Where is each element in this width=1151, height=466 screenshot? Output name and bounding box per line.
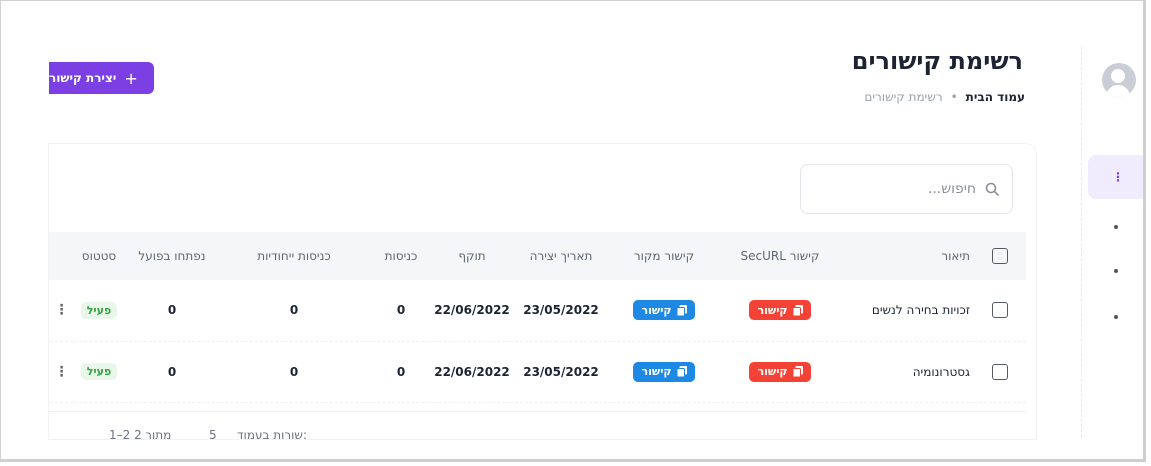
- row-status-cell: פעיל: [74, 280, 124, 342]
- plus-icon: +: [124, 68, 138, 88]
- row-created: 23/05/2022: [510, 341, 612, 403]
- column-header-securl[interactable]: קישור SecURL: [716, 232, 844, 280]
- row-securl-cell: קישור: [716, 341, 844, 403]
- rows-per-page-label: שורות בעמוד:: [237, 428, 307, 439]
- copy-icon: [792, 366, 803, 377]
- row-opened: 0: [124, 280, 220, 342]
- source-link-label: קישור: [641, 365, 672, 378]
- securl-link-button[interactable]: קישור: [749, 361, 811, 382]
- source-link-button[interactable]: קישור: [633, 361, 695, 382]
- source-link-label: קישור: [641, 303, 672, 317]
- pagination-bar: שורות בעמוד: 5 1–2 מתוך 2: [49, 411, 1026, 439]
- page-title: רשימת קישורים: [851, 47, 1023, 75]
- row-select-cell: [974, 341, 1026, 403]
- row-opened: 0: [124, 341, 220, 403]
- row-actions-cell: ⋮: [49, 341, 74, 403]
- row-unique-entries: 0: [220, 280, 368, 342]
- sidebar-item-links[interactable]: ⋮: [1088, 155, 1143, 199]
- breadcrumb: עמוד הבית • רשימת קישורים: [864, 90, 1025, 104]
- search-icon: [985, 182, 999, 196]
- sidebar-item-dot-icon[interactable]: [1114, 315, 1118, 319]
- more-options-icon[interactable]: ⋮: [55, 302, 69, 318]
- search-box[interactable]: [800, 164, 1013, 214]
- row-created: 23/05/2022: [510, 280, 612, 342]
- column-header-description[interactable]: תיאור: [844, 232, 974, 280]
- copy-icon: [676, 304, 687, 316]
- column-header-actions: [49, 232, 74, 280]
- links-table: תיאור קישור SecURL קישור מקור תאריך יציר…: [49, 232, 1026, 403]
- create-link-button[interactable]: + יצירת קישור: [49, 62, 154, 94]
- row-select-cell: [974, 280, 1026, 342]
- breadcrumb-home[interactable]: עמוד הבית: [966, 90, 1025, 104]
- column-header-entries[interactable]: כניסות: [368, 232, 434, 280]
- table-header-row: תיאור קישור SecURL קישור מקור תאריך יציר…: [49, 232, 1026, 280]
- search-input[interactable]: [816, 181, 976, 197]
- row-source-cell: קישור: [612, 341, 716, 403]
- copy-icon: [676, 366, 687, 377]
- app-window: ⋮ רשימת קישורים עמוד הבית•רשימת קישורים …: [0, 0, 1146, 462]
- links-card: תיאור קישור SecURL קישור מקור תאריך יציר…: [49, 144, 1036, 439]
- row-description: זכויות בחירה לנשים: [844, 280, 974, 342]
- more-options-icon[interactable]: ⋮: [55, 364, 69, 380]
- securl-link-label: קישור: [757, 303, 788, 317]
- status-badge: פעיל: [80, 363, 118, 380]
- column-header-unique-entries[interactable]: כניסות ייחודיות: [220, 232, 368, 280]
- breadcrumb-separator: •: [950, 90, 958, 104]
- row-source-cell: קישור: [612, 280, 716, 342]
- securl-link-button[interactable]: קישור: [749, 300, 811, 321]
- row-checkbox[interactable]: [992, 363, 1008, 380]
- table-row[interactable]: גסטרונומיה קישור קישור 23/05/2022 22/06/…: [49, 341, 1026, 403]
- source-link-button[interactable]: קישור: [633, 300, 695, 321]
- row-checkbox[interactable]: [992, 302, 1008, 319]
- column-header-opened[interactable]: נפתחו בפועל: [124, 232, 220, 280]
- avatar[interactable]: [1102, 63, 1136, 97]
- breadcrumb-current: רשימת קישורים: [864, 90, 943, 104]
- sidebar: ⋮: [1081, 47, 1143, 437]
- select-all-cell: [974, 232, 1026, 280]
- row-expiry: 22/06/2022: [434, 341, 510, 403]
- row-status-cell: פעיל: [74, 341, 124, 403]
- status-badge: פעיל: [80, 301, 118, 319]
- row-expiry: 22/06/2022: [434, 280, 510, 342]
- table-row[interactable]: זכויות בחירה לנשים קישור קישור 23/05/202…: [49, 280, 1026, 342]
- securl-link-label: קישור: [757, 365, 788, 378]
- copy-icon: [792, 304, 803, 316]
- column-header-source[interactable]: קישור מקור: [612, 232, 716, 280]
- row-entries: 0: [368, 341, 434, 403]
- row-description: גסטרונומיה: [844, 341, 974, 403]
- row-unique-entries: 0: [220, 341, 368, 403]
- rows-per-page-select[interactable]: 5: [209, 428, 217, 439]
- row-entries: 0: [368, 280, 434, 342]
- select-all-checkbox[interactable]: [992, 248, 1008, 264]
- row-securl-cell: קישור: [716, 280, 844, 342]
- column-header-status[interactable]: סטטוס: [74, 232, 124, 280]
- column-header-expiry[interactable]: תוקף: [434, 232, 510, 280]
- create-link-label: יצירת קישור: [49, 71, 117, 85]
- sidebar-item-dot-icon[interactable]: [1114, 269, 1118, 273]
- list-icon: ⋮: [1112, 170, 1124, 184]
- sidebar-item-dot-icon[interactable]: [1114, 225, 1118, 229]
- column-header-created[interactable]: תאריך יצירה: [510, 232, 612, 280]
- row-actions-cell: ⋮: [49, 280, 74, 342]
- pagination-range: 1–2 מתוך 2: [109, 428, 172, 439]
